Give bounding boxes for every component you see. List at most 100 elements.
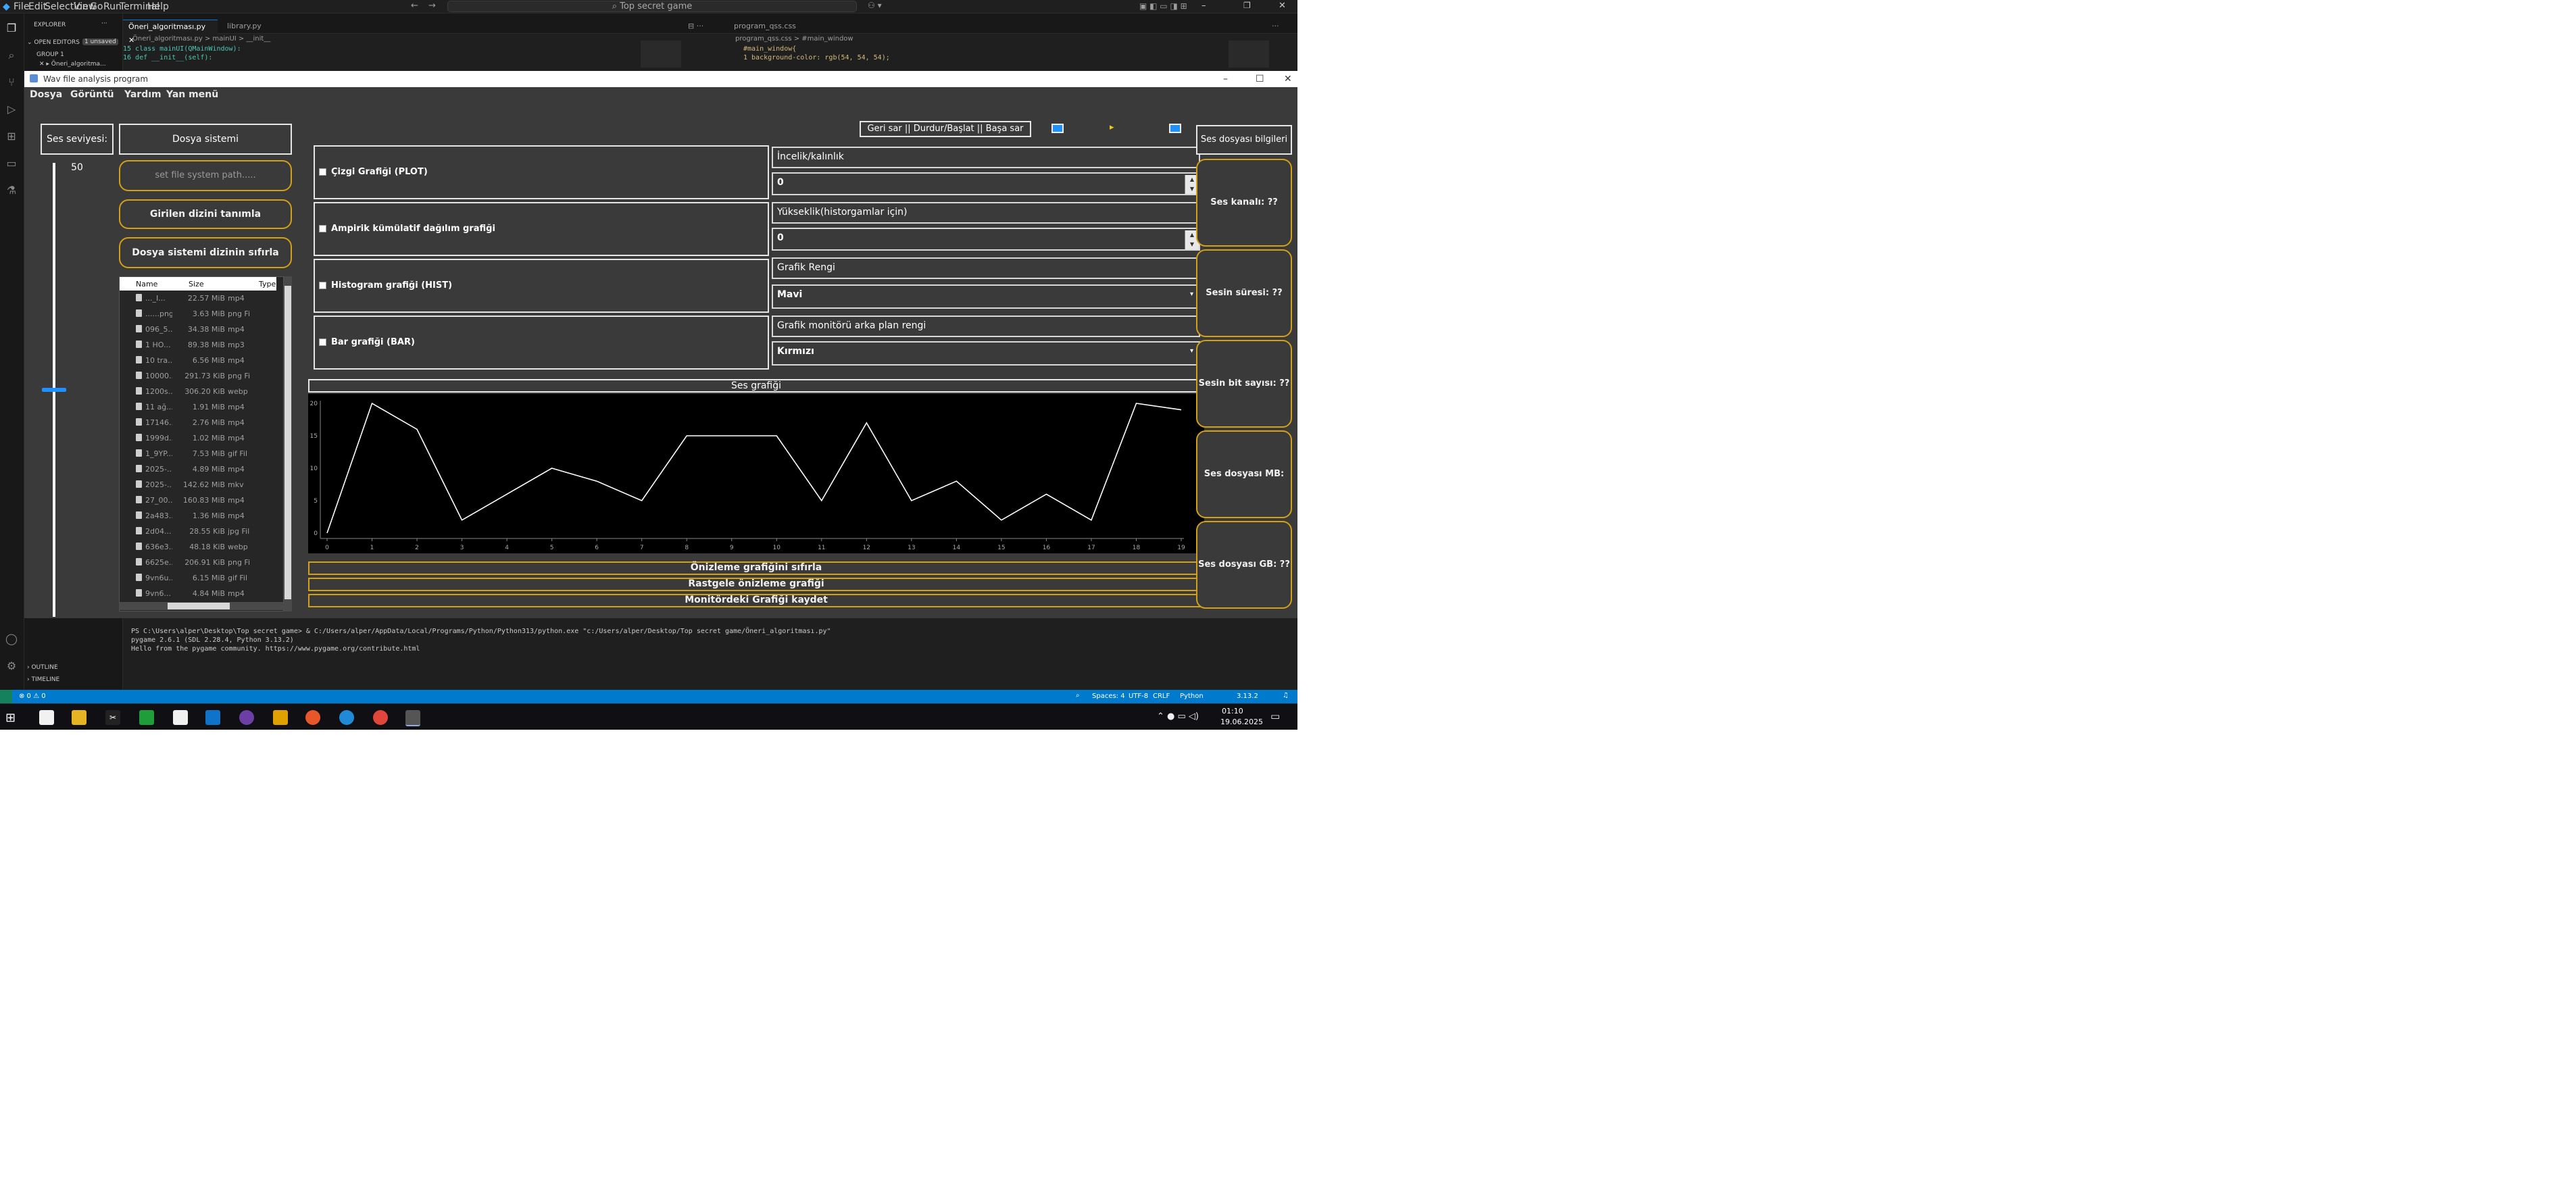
explorer-icon[interactable]: ❐ bbox=[5, 22, 18, 35]
app-menu-yardim[interactable]: Yardım bbox=[124, 89, 162, 100]
app-menu-dosya[interactable]: Dosya bbox=[30, 89, 62, 100]
play-pause-icon[interactable]: ▸ bbox=[1110, 122, 1114, 132]
explorer-more-icon[interactable]: ··· bbox=[101, 20, 107, 27]
menu-help[interactable]: Help bbox=[147, 1, 169, 12]
postman-icon[interactable] bbox=[305, 710, 320, 725]
run-debug-icon[interactable]: ▷ bbox=[5, 103, 18, 116]
file-row[interactable]: 1 HO... 89.38 MiB mp3 bbox=[120, 337, 276, 353]
file-row[interactable]: 10 tra... 6.56 MiB mp4 bbox=[120, 353, 276, 368]
chevron-down-icon[interactable]: ▾ bbox=[1190, 343, 1193, 360]
command-search-input[interactable]: ⌕ Top secret game bbox=[447, 1, 857, 12]
notepad-icon[interactable] bbox=[39, 710, 54, 725]
problems-indicator[interactable]: ⊗ 0 ⚠ 0 bbox=[19, 693, 46, 700]
tab-library[interactable]: library.py bbox=[222, 20, 289, 34]
settings-gear-icon[interactable]: ⚙ bbox=[5, 659, 18, 673]
file-row[interactable]: 636e3... 48.18 KiBwebp bbox=[120, 539, 276, 555]
open-editors-header[interactable]: ⌄ OPEN EDITORS bbox=[27, 39, 80, 46]
app-close-icon[interactable]: ✕ bbox=[1284, 71, 1292, 87]
file-list-vscroll-thumb[interactable] bbox=[284, 286, 291, 599]
terminal-panel[interactable]: PS C:\Users\alper\Desktop\Top secret gam… bbox=[123, 616, 1297, 690]
github-desktop-icon[interactable] bbox=[239, 710, 254, 725]
testing-icon[interactable]: ⚗ bbox=[5, 184, 18, 197]
file-list-vscrollbar[interactable] bbox=[284, 276, 292, 611]
file-row[interactable]: 2d04... 28.55 KiB jpg Fil bbox=[120, 524, 276, 539]
timeline-header[interactable]: › TIMELINE bbox=[27, 676, 59, 683]
copilot-icon[interactable]: ⚇ ▾ bbox=[868, 1, 882, 10]
graph-option-plot[interactable]: Çizgi Grafiği (PLOT) bbox=[314, 145, 769, 199]
menu-file[interactable]: File bbox=[14, 1, 29, 12]
zoom-icon[interactable]: ⌕ bbox=[1076, 692, 1080, 699]
outline-header[interactable]: › OUTLINE bbox=[27, 664, 58, 671]
chevron-down-icon[interactable]: ▾ bbox=[1190, 286, 1193, 303]
checkbox-hist[interactable] bbox=[319, 282, 326, 289]
window-minimize-icon[interactable]: – bbox=[1202, 1, 1206, 11]
checkbox-bar[interactable] bbox=[319, 338, 326, 346]
file-row[interactable]: 9vn6... 4.84 MiB mp4 bbox=[120, 586, 276, 601]
editor-actions-icons[interactable]: ⊟ ··· bbox=[688, 22, 703, 30]
tab-oneri-algoritmasi[interactable]: Öneri_algoritması.py ✕ bbox=[123, 20, 218, 45]
bg-color-select[interactable]: Kırmızı ▾ bbox=[772, 341, 1200, 366]
graph-option-bar[interactable]: Bar grafiği (BAR) bbox=[314, 316, 769, 370]
col-size[interactable]: Size bbox=[189, 280, 204, 288]
search-icon[interactable]: ⌕ bbox=[5, 49, 18, 62]
height-spinbox[interactable]: 0 ▲ ▼ bbox=[772, 228, 1200, 251]
status-eol[interactable]: CRLF bbox=[1153, 693, 1170, 700]
define-dir-button[interactable]: Girilen dizini tanımla bbox=[119, 199, 292, 229]
menu-run[interactable]: Run bbox=[103, 1, 122, 12]
minimap-right[interactable] bbox=[1229, 41, 1269, 68]
file-list-hscrollbar[interactable] bbox=[119, 602, 284, 610]
file-row[interactable]: 096_5... 34.38 MiB mp4 bbox=[120, 322, 276, 337]
file-row[interactable]: 11 ağ... 1.91 MiB mp4 bbox=[120, 399, 276, 415]
window-close-icon[interactable]: ✕ bbox=[1279, 1, 1286, 11]
app-menu-yan-menu[interactable]: Yan menü bbox=[166, 89, 218, 100]
source-control-icon[interactable]: ⑂ bbox=[5, 76, 18, 89]
file-row[interactable]: 2025-... 142.62 MiB mkv bbox=[120, 477, 276, 493]
taskbar-date[interactable]: 19.06.2025 bbox=[1220, 718, 1263, 726]
checkbox-plot[interactable] bbox=[319, 168, 326, 176]
reset-preview-button[interactable]: Önizleme grafiğini sıfırla bbox=[308, 561, 1204, 575]
capcut-icon[interactable]: ✂ bbox=[105, 710, 120, 725]
status-encoding[interactable]: UTF-8 bbox=[1129, 693, 1148, 700]
menu-go[interactable]: Go bbox=[90, 1, 103, 12]
account-icon[interactable]: ◯ bbox=[5, 632, 18, 646]
file-row[interactable]: 1_9YP... 7.53 MiB gif Fil bbox=[120, 446, 276, 461]
notifications-bell-icon[interactable]: ♫ bbox=[1283, 692, 1289, 699]
file-list[interactable]: Name Size Type ..._I... 22.57 MiB mp4.....… bbox=[119, 276, 284, 611]
python-app-icon[interactable] bbox=[405, 710, 420, 726]
graph-option-hist[interactable]: Histogram grafiği (HIST) bbox=[314, 259, 769, 313]
rewind-button-icon[interactable] bbox=[1051, 124, 1064, 133]
forward-arrow-icon[interactable]: → bbox=[428, 1, 436, 11]
remote-explorer-icon[interactable]: ▭ bbox=[5, 157, 18, 170]
excel-icon[interactable] bbox=[139, 710, 154, 725]
windows-start-icon[interactable]: ⊞ bbox=[5, 711, 16, 725]
file-row[interactable]: 10000... 291.73 KiBpng Fi bbox=[120, 368, 276, 384]
vscode-taskbar-icon[interactable] bbox=[205, 710, 220, 725]
back-arrow-icon[interactable]: ← bbox=[411, 1, 418, 11]
save-graph-button[interactable]: Monitördeki Grafiği kaydet bbox=[308, 594, 1204, 607]
file-row[interactable]: 6625e... 206.91 KiBpng Fi bbox=[120, 555, 276, 570]
col-name[interactable]: Name bbox=[136, 280, 157, 288]
layout-toggle-icons[interactable]: ▣ ◧ ▭ ◨ ⊞ bbox=[1139, 1, 1187, 11]
file-row[interactable]: 2025-... 4.89 MiB mp4 bbox=[120, 461, 276, 477]
volume-slider-handle[interactable] bbox=[42, 388, 66, 392]
app-menu-goruntu[interactable]: Görüntü bbox=[70, 89, 114, 100]
chrome-icon[interactable] bbox=[373, 710, 388, 725]
file-icon[interactable] bbox=[173, 710, 188, 725]
graph-option-ecdf[interactable]: Ampirik kümülatif dağılım grafiği bbox=[314, 202, 769, 256]
file-row[interactable]: ......png 3.63 MiB png Fi bbox=[120, 306, 276, 322]
system-tray-icons[interactable]: ⌃ ● ▭ ◁) bbox=[1157, 711, 1199, 722]
checkbox-ecdf[interactable] bbox=[319, 225, 326, 232]
status-python-version[interactable]: 3.13.2 bbox=[1237, 693, 1258, 700]
extensions-icon[interactable]: ⊞ bbox=[5, 130, 18, 143]
app-minimize-icon[interactable]: – bbox=[1223, 71, 1228, 87]
sublime-icon[interactable] bbox=[273, 710, 288, 725]
file-list-hscroll-thumb[interactable] bbox=[168, 603, 230, 609]
file-row[interactable]: 1200s... 306.20 KiB webp bbox=[120, 384, 276, 399]
audio-graph[interactable]: 0 1 2 3 4 5 6 7 8 9 10 11 12 13 14 15 16 17 18 1905101520 bbox=[308, 394, 1204, 553]
notification-center-icon[interactable]: ▭ bbox=[1270, 710, 1280, 722]
random-preview-button[interactable]: Rastgele önizleme grafiği bbox=[308, 578, 1204, 591]
remote-indicator-icon[interactable] bbox=[0, 690, 12, 703]
restart-button-icon[interactable] bbox=[1169, 124, 1181, 133]
color-select[interactable]: Mavi ▾ bbox=[772, 284, 1200, 309]
thickness-spinbox[interactable]: 0 ▲ ▼ bbox=[772, 172, 1200, 195]
